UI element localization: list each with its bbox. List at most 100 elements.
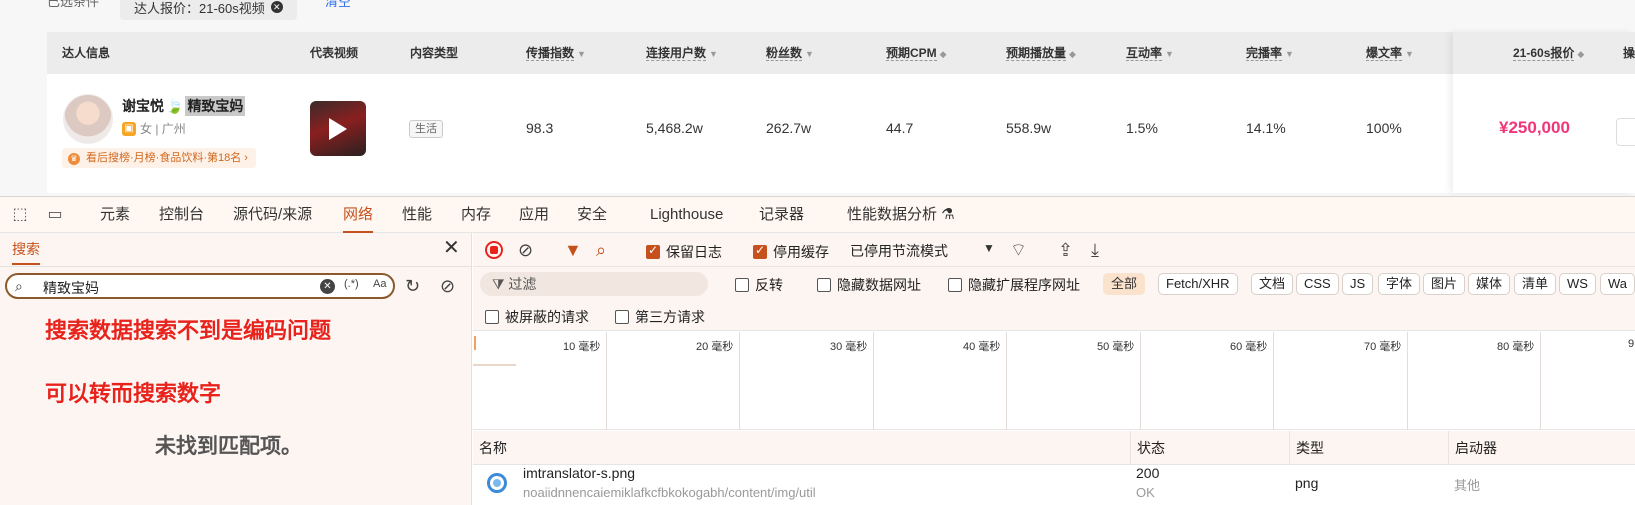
- leaf-icon: 🍃: [166, 97, 184, 114]
- timeline-tick-label: 9: [1628, 338, 1635, 350]
- filter-icon[interactable]: ▼: [564, 239, 582, 261]
- type-filter-all[interactable]: 全部: [1103, 273, 1146, 295]
- invert-checkbox[interactable]: 反转: [735, 275, 783, 295]
- avatar[interactable]: [63, 94, 113, 144]
- search-pane-title[interactable]: 搜索: [12, 233, 40, 265]
- tab-memory[interactable]: 内存: [461, 197, 491, 233]
- hide-extension-urls-checkbox[interactable]: 隐藏扩展程序网址: [948, 275, 1080, 295]
- type-filter-ws[interactable]: WS: [1559, 273, 1596, 295]
- tab-network[interactable]: 网络: [343, 197, 374, 233]
- type-filter-fetch-xhr[interactable]: Fetch/XHR: [1158, 273, 1238, 295]
- play-icon[interactable]: [329, 118, 347, 140]
- clear-filters-link[interactable]: 清空: [325, 0, 351, 10]
- record-icon[interactable]: [485, 241, 503, 259]
- type-filter-doc[interactable]: 文档: [1251, 273, 1294, 295]
- column-header-interaction-rate[interactable]: 互动率 ▼: [1126, 32, 1174, 74]
- checkbox[interactable]: [948, 278, 962, 292]
- content-type-tag: 生活: [409, 120, 443, 138]
- preserve-log-checkbox[interactable]: 保留日志: [646, 242, 722, 262]
- column-header-name[interactable]: 名称: [473, 431, 507, 465]
- request-table-header: 名称 状态 类型 启动器: [473, 431, 1635, 465]
- refresh-icon[interactable]: ↻: [405, 276, 420, 296]
- search-query: 精致宝妈: [43, 280, 99, 296]
- column-header-label: 粉丝数: [766, 46, 803, 61]
- column-header-completion-rate[interactable]: 完播率 ▼: [1246, 32, 1294, 74]
- third-party-checkbox[interactable]: 第三方请求: [615, 307, 705, 327]
- table-row[interactable]: 谢宝悦 🍃 精致宝妈 ▣ 女 | 广州 ♛ 看后搜榜·月榜·食品饮料·第18名 ›…: [47, 74, 1635, 193]
- highlighted-keyword: 精致宝妈: [185, 96, 246, 116]
- device-toolbar-icon[interactable]: ▭: [45, 205, 65, 225]
- filter-input[interactable]: ⧩ 过滤: [480, 272, 708, 296]
- clear-icon[interactable]: ⊘: [440, 276, 455, 296]
- column-header-content-type: 内容类型: [410, 46, 459, 60]
- tab-sources[interactable]: 源代码/来源: [233, 197, 312, 233]
- tab-console[interactable]: 控制台: [159, 197, 204, 233]
- match-case-toggle[interactable]: Aa: [373, 278, 386, 290]
- column-header-fans[interactable]: 粉丝数 ▼: [766, 32, 814, 74]
- checkbox-checked[interactable]: [753, 243, 767, 259]
- tab-elements[interactable]: 元素: [100, 197, 130, 233]
- disable-cache-checkbox[interactable]: 停用缓存: [753, 242, 829, 262]
- tab-lighthouse[interactable]: Lighthouse: [650, 197, 723, 233]
- column-header-label: 传播指数: [526, 46, 575, 61]
- checkbox[interactable]: [615, 310, 629, 324]
- type-filter-js[interactable]: JS: [1342, 273, 1374, 295]
- tab-application[interactable]: 应用: [519, 197, 549, 233]
- chevron-down-icon[interactable]: ▼: [983, 241, 995, 255]
- type-filter-font[interactable]: 字体: [1378, 273, 1421, 295]
- filter-chip[interactable]: 达人报价：21-60s视频 ✕: [120, 0, 297, 20]
- clear-search-icon[interactable]: ✕: [320, 279, 335, 294]
- tab-performance-insights[interactable]: 性能数据分析 ⚗: [847, 197, 955, 233]
- column-header-spread-index[interactable]: 传播指数 ▼: [526, 32, 586, 74]
- close-icon[interactable]: ✕: [443, 237, 460, 259]
- type-filter-wasm[interactable]: Wa: [1600, 273, 1635, 295]
- column-header-cpm[interactable]: 预期CPM ◆: [886, 32, 947, 74]
- column-header-expected-plays[interactable]: 预期播放量 ◆: [1006, 32, 1076, 74]
- checkbox[interactable]: [817, 278, 831, 292]
- blocked-requests-checkbox[interactable]: 被屏蔽的请求: [485, 307, 589, 327]
- inspect-element-icon[interactable]: ⬚: [10, 205, 30, 225]
- rank-badge[interactable]: ♛ 看后搜榜·月榜·食品饮料·第18名 ›: [62, 148, 256, 168]
- column-header-status[interactable]: 状态: [1130, 431, 1165, 465]
- search-input[interactable]: ⌕ 精致宝妈 ✕ (.*) Aa: [5, 273, 395, 299]
- tab-performance[interactable]: 性能: [402, 197, 432, 233]
- checkbox-checked[interactable]: [646, 243, 660, 259]
- tab-recorder[interactable]: 记录器: [759, 197, 804, 233]
- table-row[interactable]: imtranslator-s.png noaiidnnencaiemiklafk…: [473, 465, 1635, 505]
- annotation-text: 可以转而搜索数字: [45, 381, 222, 406]
- type-filter-media[interactable]: 媒体: [1468, 273, 1511, 295]
- spread-index-value: 98.3: [526, 120, 554, 136]
- column-header-initiator[interactable]: 启动器: [1448, 431, 1497, 465]
- sort-down-icon: ▼: [577, 49, 586, 59]
- tab-security[interactable]: 安全: [577, 197, 607, 233]
- throttling-select[interactable]: 已停用节流模式: [850, 241, 948, 261]
- video-thumbnail[interactable]: [310, 101, 366, 156]
- regex-toggle[interactable]: (.*): [344, 278, 359, 290]
- trophy-icon: ♛: [68, 153, 80, 165]
- column-header-type[interactable]: 类型: [1289, 431, 1324, 465]
- column-header-influencer: 达人信息: [62, 46, 111, 60]
- close-icon[interactable]: ✕: [270, 1, 283, 13]
- filter-icon: ⧩: [492, 276, 509, 292]
- column-header-viral-rate[interactable]: 爆文率 ▼: [1366, 32, 1414, 74]
- column-header-connected-users[interactable]: 连接用户数 ▼: [646, 32, 718, 74]
- request-path: noaiidnnencaiemiklafkcfbkokogabh/content…: [523, 485, 816, 500]
- export-har-icon[interactable]: ⤓: [1091, 239, 1099, 261]
- column-header-price[interactable]: 21-60s报价 ◆: [1513, 32, 1584, 74]
- column-header-label: 预期CPM: [886, 46, 937, 61]
- clear-icon[interactable]: ⊘: [518, 239, 533, 261]
- checkbox[interactable]: [485, 310, 499, 324]
- type-filter-css[interactable]: CSS: [1296, 273, 1339, 295]
- type-filter-manifest[interactable]: 清单: [1514, 273, 1557, 295]
- hide-data-urls-checkbox[interactable]: 隐藏数据网址: [817, 275, 921, 295]
- checkbox[interactable]: [735, 278, 749, 292]
- action-button[interactable]: [1616, 118, 1635, 146]
- type-filter-img[interactable]: 图片: [1423, 273, 1466, 295]
- search-icon[interactable]: ⌕: [596, 239, 606, 261]
- interaction-rate-value: 1.5%: [1126, 120, 1158, 136]
- request-table: 名称 状态 类型 启动器 imtranslator-s.png noaiidnn…: [473, 431, 1635, 505]
- import-har-icon[interactable]: ⇪: [1058, 239, 1073, 261]
- network-conditions-icon[interactable]: ⌔: [1010, 239, 1027, 261]
- network-timeline[interactable]: 10 毫秒 20 毫秒 30 毫秒 40 毫秒 50 毫秒 60 毫秒 70 毫…: [473, 332, 1635, 430]
- influencer-name[interactable]: 谢宝悦 🍃 精致宝妈: [122, 96, 246, 116]
